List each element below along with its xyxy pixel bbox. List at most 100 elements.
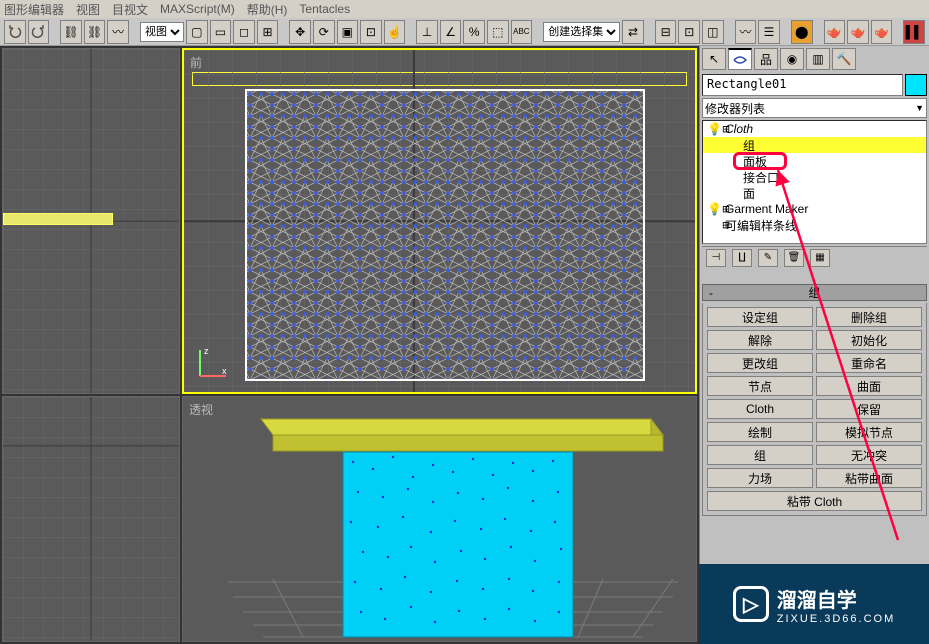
schematic-view-button[interactable]: ☰ xyxy=(758,20,780,44)
menu-item[interactable]: 帮助(H) xyxy=(247,1,288,18)
undo-button[interactable] xyxy=(4,20,26,44)
hierarchy-tab[interactable]: 品 xyxy=(754,48,778,70)
configure-button[interactable]: ▦ xyxy=(810,249,830,267)
simnode-button[interactable]: 模拟节点 xyxy=(816,422,922,442)
minus-icon: - xyxy=(709,286,713,300)
bulb-icon[interactable]: 💡 xyxy=(707,202,722,216)
svg-text:x: x xyxy=(222,366,227,376)
rotate-button[interactable]: ⟳ xyxy=(313,20,335,44)
pin-stack-button[interactable]: ⊣ xyxy=(706,249,726,267)
menu-item[interactable]: 视图 xyxy=(76,1,100,18)
viewport-top[interactable] xyxy=(2,48,180,394)
angle-snap-toggle[interactable]: ∠ xyxy=(440,20,462,44)
stack-item-joint[interactable]: 接合口 xyxy=(703,169,926,185)
menu-item[interactable]: MAXScript(M) xyxy=(160,2,235,16)
plus-icon[interactable]: ⊞ xyxy=(721,202,731,216)
link-button[interactable]: ⛓ xyxy=(60,20,82,44)
stack-item-garment[interactable]: 💡 ⊞ Garment Maker xyxy=(703,201,926,217)
command-tabs: ↖ 品 ◉ ▥ 🔨 xyxy=(702,48,927,72)
menu-item[interactable]: 图形编辑器 xyxy=(4,1,64,18)
unlink-button[interactable]: ⛓ xyxy=(84,20,106,44)
ref-coord-button[interactable]: ⊡ xyxy=(360,20,382,44)
tool-icon[interactable]: ▌▌ xyxy=(903,20,925,44)
delete-group-button[interactable]: 删除组 xyxy=(816,307,922,327)
menu-item[interactable]: Tentacles xyxy=(299,2,350,16)
rollout-header-group[interactable]: - 组 xyxy=(702,284,927,301)
bar-object xyxy=(261,419,663,435)
scale-button[interactable]: ▣ xyxy=(337,20,359,44)
text-icon[interactable]: ABC xyxy=(511,20,533,44)
stickcloth-button[interactable]: 粘带 Cloth xyxy=(707,491,922,511)
create-tab[interactable]: ↖ xyxy=(702,48,726,70)
stickcurve-button[interactable]: 粘带曲面 xyxy=(816,468,922,488)
stack-item-cloth[interactable]: 💡 ⊟ Cloth xyxy=(703,121,926,137)
mirror-button[interactable]: ⇄ xyxy=(622,20,644,44)
noconflict-button[interactable]: 无冲突 xyxy=(816,445,922,465)
cloth-button[interactable]: Cloth xyxy=(707,399,813,419)
group-button[interactable]: 组 xyxy=(707,445,813,465)
window-crossing-button[interactable]: ⊞ xyxy=(257,20,279,44)
node-button[interactable]: 节点 xyxy=(707,376,813,396)
quick-render-button[interactable]: 🫖 xyxy=(871,20,893,44)
rename-button[interactable]: 重命名 xyxy=(816,353,922,373)
select-name-button[interactable]: ▭ xyxy=(210,20,232,44)
axis-gizmo-icon: z x xyxy=(192,344,232,384)
svg-text:z: z xyxy=(204,346,209,356)
init-button[interactable]: 初始化 xyxy=(816,330,922,350)
layer-manager-button[interactable]: ◫ xyxy=(702,20,724,44)
stack-item-face[interactable]: 面板 xyxy=(703,153,926,169)
object-color-swatch[interactable] xyxy=(905,74,927,96)
manipulate-button[interactable]: ☝ xyxy=(384,20,406,44)
select-button[interactable]: ▢ xyxy=(186,20,208,44)
spinner-snap-toggle[interactable]: ⬚ xyxy=(487,20,509,44)
object-name-field[interactable]: Rectangle01 xyxy=(702,74,903,96)
curve-editor-button[interactable]: 〰 xyxy=(735,20,757,44)
percent-snap-toggle[interactable]: % xyxy=(463,20,485,44)
stack-item-editable[interactable]: ⊞ 可编辑样条线 xyxy=(703,217,926,233)
perspective-scene xyxy=(183,397,696,641)
align-button[interactable]: ⊟ xyxy=(655,20,677,44)
viewport-front[interactable]: 前 xyxy=(182,48,697,394)
change-group-button[interactable]: 更改组 xyxy=(707,353,813,373)
viewport-label: 前 xyxy=(190,54,202,71)
modifier-stack[interactable]: 💡 ⊟ Cloth 组 面板 接合口 面 💡 ⊞ Garment Maker ⊞… xyxy=(702,120,927,244)
main-toolbar: ⛓ ⛓ 〰 视图 ▢ ▭ ◻ ⊞ ✥ ⟳ ▣ ⊡ ☝ ⊥ ∠ % ⬚ ABC 创… xyxy=(0,18,929,46)
surface-button[interactable]: 曲面 xyxy=(816,376,922,396)
make-unique-button[interactable]: ✎ xyxy=(758,249,778,267)
bulb-icon[interactable]: 💡 xyxy=(707,122,722,136)
select-region-button[interactable]: ◻ xyxy=(233,20,255,44)
snap-toggle[interactable]: ⊥ xyxy=(416,20,438,44)
set-group-button[interactable]: 设定组 xyxy=(707,307,813,327)
render-setup-button[interactable]: 🫖 xyxy=(824,20,846,44)
minus-icon[interactable]: ⊟ xyxy=(721,122,731,136)
keep-button[interactable]: 保留 xyxy=(816,399,922,419)
selection-set-dd[interactable]: 创建选择集 xyxy=(543,22,620,42)
bind-spacewarp-button[interactable]: 〰 xyxy=(107,20,129,44)
viewport-left[interactable] xyxy=(2,396,180,642)
plus-icon[interactable]: ⊞ xyxy=(721,218,731,232)
material-editor-button[interactable]: ⬤ xyxy=(791,20,813,44)
rollout-body-group: 设定组 删除组 解除 初始化 更改组 重命名 节点 曲面 Cloth 保留 绘制… xyxy=(702,303,927,516)
menu-bar: 图形编辑器 视图 目视文 MAXScript(M) 帮助(H) Tentacle… xyxy=(0,0,929,18)
remove-mod-button[interactable]: 🗑 xyxy=(784,249,804,267)
quick-align-button[interactable]: ⊡ xyxy=(678,20,700,44)
modify-tab[interactable] xyxy=(728,48,752,70)
draw-button[interactable]: 绘制 xyxy=(707,422,813,442)
redo-button[interactable] xyxy=(28,20,50,44)
modifier-list-dropdown[interactable]: 修改器列表 xyxy=(702,98,927,118)
move-button[interactable]: ✥ xyxy=(289,20,311,44)
cloth-object xyxy=(343,452,573,637)
render-frame-button[interactable]: 🫖 xyxy=(847,20,869,44)
stack-item-face2[interactable]: 面 xyxy=(703,185,926,201)
menu-item[interactable]: 目视文 xyxy=(112,1,148,18)
release-button[interactable]: 解除 xyxy=(707,330,813,350)
view-select[interactable]: 视图 xyxy=(140,22,184,42)
force-button[interactable]: 力场 xyxy=(707,468,813,488)
utilities-tab[interactable]: 🔨 xyxy=(832,48,856,70)
viewport-perspective[interactable]: 透视 xyxy=(182,396,697,642)
motion-tab[interactable]: ◉ xyxy=(780,48,804,70)
show-end-button[interactable]: ∐ xyxy=(732,249,752,267)
stack-toolbar: ⊣ ∐ ✎ 🗑 ▦ xyxy=(702,246,927,268)
display-tab[interactable]: ▥ xyxy=(806,48,830,70)
stack-item-group[interactable]: 组 xyxy=(703,137,926,153)
